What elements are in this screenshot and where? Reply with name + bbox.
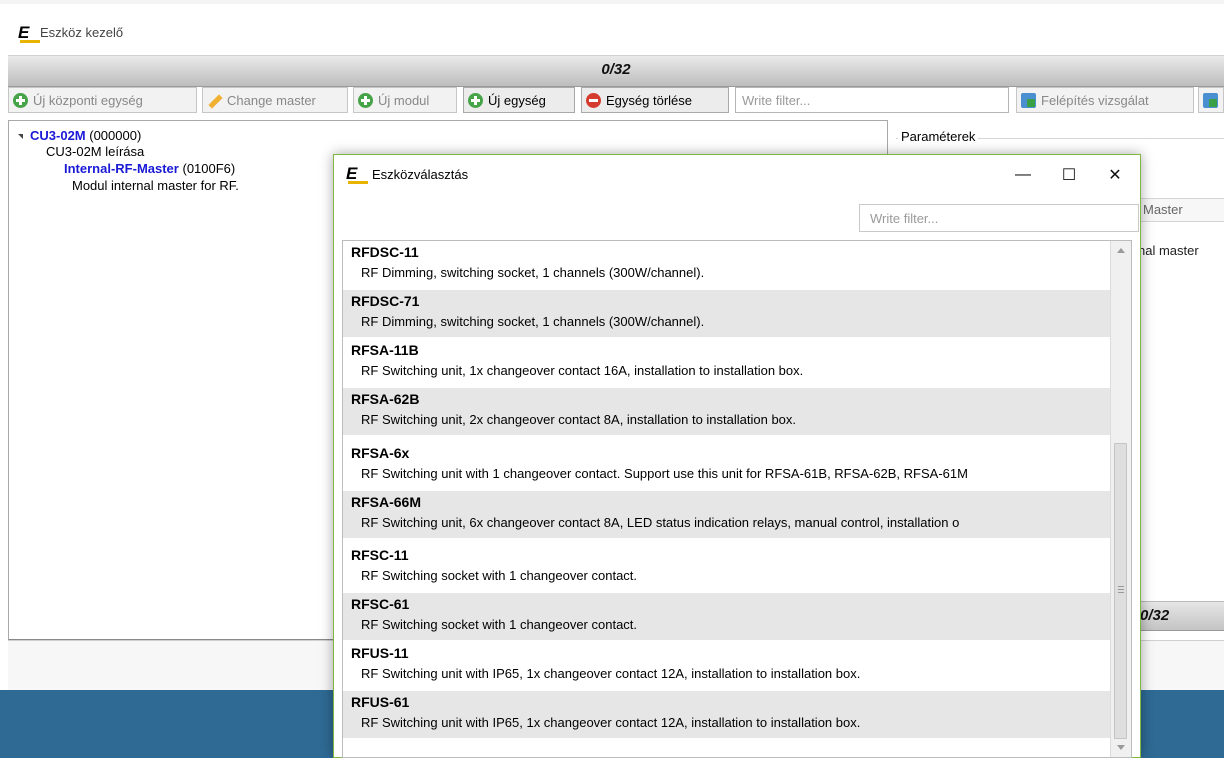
device-name: RFSC-11	[351, 547, 409, 563]
tree-root-code: (000000)	[89, 128, 142, 143]
close-button[interactable]: ✕	[1092, 155, 1138, 195]
tree-child-code: (0100F6)	[182, 161, 236, 176]
plus-icon	[13, 92, 28, 108]
delete-unit-button[interactable]: Egység törlése	[581, 87, 729, 113]
device-name: RFSA-62B	[351, 391, 420, 407]
dialog-logo-icon: E	[346, 165, 368, 184]
change-master-button[interactable]: Change master	[202, 87, 348, 113]
tree-root-description: CU3-02M leírása	[46, 144, 145, 159]
new-unit-label: Új egység	[488, 92, 546, 108]
device-name: RFSA-6x	[351, 445, 410, 461]
toolbar-filter-input[interactable]	[735, 87, 1009, 113]
extra-toolbar-button[interactable]	[1198, 87, 1224, 113]
device-list-item[interactable]: RFSC-61 RF Switching socket with 1 chang…	[343, 593, 1111, 640]
device-list-item[interactable]: RFSC-11 RF Switching socket with 1 chang…	[343, 544, 1111, 591]
device-description: RF Switching unit, 6x changeover contact…	[361, 515, 960, 530]
plus-icon	[468, 92, 483, 108]
tree-child-description: Modul internal master for RF.	[72, 178, 239, 193]
dialog-title: Eszközválasztás	[372, 167, 469, 182]
minimize-button[interactable]: —	[1000, 155, 1046, 195]
app-logo-icon: E	[18, 24, 40, 43]
collapse-arrow-icon[interactable]	[18, 134, 23, 139]
device-name: RFUS-61	[351, 694, 410, 710]
secondary-counter-bar: 0/32	[1130, 601, 1224, 631]
toolbar: Új központi egység Change master Új modu…	[8, 87, 1224, 119]
device-description: RF Switching socket with 1 changeover co…	[361, 617, 638, 632]
scroll-down-arrow-icon[interactable]	[1117, 745, 1125, 750]
change-master-label: Change master	[227, 92, 316, 108]
counter-bar: 0/32	[8, 55, 1224, 87]
tree-child-name: Internal-RF-Master	[64, 161, 179, 176]
delete-unit-label: Egység törlése	[606, 92, 692, 108]
pencil-icon	[207, 93, 222, 108]
device-list-item[interactable]: RFDSC-11 RF Dimming, switching socket, 1…	[343, 241, 1111, 288]
plus-icon	[358, 92, 373, 108]
device-name: RFDSC-11	[351, 244, 419, 260]
build-check-button[interactable]: Felépítés vizsgálat	[1016, 87, 1194, 113]
device-name: RFDSC-71	[351, 293, 420, 309]
scrollbar-thumb[interactable]	[1114, 443, 1127, 739]
device-description: RF Switching unit with 1 changeover cont…	[361, 466, 968, 481]
device-name: RFSA-11B	[351, 342, 419, 358]
thumb-grip-line	[1118, 589, 1124, 590]
counter-text: 0/32	[601, 61, 631, 78]
params-text: nal master	[1138, 243, 1199, 258]
build-check-label: Felépítés vizsgálat	[1041, 92, 1149, 108]
params-field[interactable]: Master	[1138, 198, 1224, 222]
device-description: RF Dimming, switching socket, 1 channels…	[361, 314, 705, 329]
thumb-grip-line	[1118, 586, 1124, 587]
device-list-item[interactable]: RFSA-62B RF Switching unit, 2x changeove…	[343, 388, 1111, 435]
dialog-filter-input[interactable]	[859, 204, 1139, 232]
build-check-icon	[1021, 92, 1036, 108]
params-legend: Paraméterek	[898, 129, 979, 144]
list-scrollbar[interactable]	[1110, 241, 1131, 757]
device-description: RF Dimming, switching socket, 1 channels…	[361, 265, 705, 280]
device-list-item[interactable]: RFUS-11 RF Switching unit with IP65, 1x …	[343, 642, 1111, 689]
device-description: RF Switching unit, 1x changeover contact…	[361, 363, 804, 378]
tree-root-node[interactable]: CU3-02M (000000)	[30, 128, 141, 143]
window-title: Eszköz kezelő	[40, 25, 124, 40]
thumb-grip-line	[1118, 592, 1124, 593]
new-unit-button[interactable]: Új egység	[463, 87, 575, 113]
device-name: RFUS-11	[351, 645, 409, 661]
new-module-label: Új modul	[378, 92, 430, 108]
device-list-item[interactable]: RFDSC-71 RF Dimming, switching socket, 1…	[343, 290, 1111, 337]
tree-child-node[interactable]: Internal-RF-Master (0100F6)	[64, 161, 235, 176]
scroll-up-arrow-icon[interactable]	[1117, 248, 1125, 253]
title-bar: E Eszköz kezelő	[0, 4, 1224, 54]
new-central-unit-button[interactable]: Új központi egység	[8, 87, 197, 113]
new-module-button[interactable]: Új modul	[353, 87, 457, 113]
device-description: RF Switching unit with IP65, 1x changeov…	[361, 666, 861, 681]
new-central-unit-label: Új központi egység	[33, 92, 143, 108]
device-selection-dialog: E Eszközválasztás — ☐ ✕ RFDSC-11 RF Dimm…	[333, 154, 1141, 758]
device-list-item[interactable]: RFSA-11B RF Switching unit, 1x changeove…	[343, 339, 1111, 386]
device-name: RFSA-66M	[351, 494, 422, 510]
device-description: RF Switching unit, 2x changeover contact…	[361, 412, 797, 427]
device-description: RF Switching socket with 1 changeover co…	[361, 568, 638, 583]
device-description: RF Switching unit with IP65, 1x changeov…	[361, 715, 861, 730]
device-name: RFSC-61	[351, 596, 410, 612]
maximize-button[interactable]: ☐	[1046, 155, 1092, 195]
device-list-item[interactable]: RFSA-66M RF Switching unit, 6x changeove…	[343, 491, 1111, 538]
minus-icon	[586, 92, 601, 108]
device-list-item[interactable]: RFUS-61 RF Switching unit with IP65, 1x …	[343, 691, 1111, 738]
device-list: RFDSC-11 RF Dimming, switching socket, 1…	[342, 240, 1132, 758]
device-list-item[interactable]: RFSA-6x RF Switching unit with 1 changeo…	[343, 442, 1111, 489]
tree-root-name: CU3-02M	[30, 128, 86, 143]
secondary-counter-text: 0/32	[1140, 607, 1170, 624]
toolbar-extra-icon	[1203, 92, 1218, 108]
